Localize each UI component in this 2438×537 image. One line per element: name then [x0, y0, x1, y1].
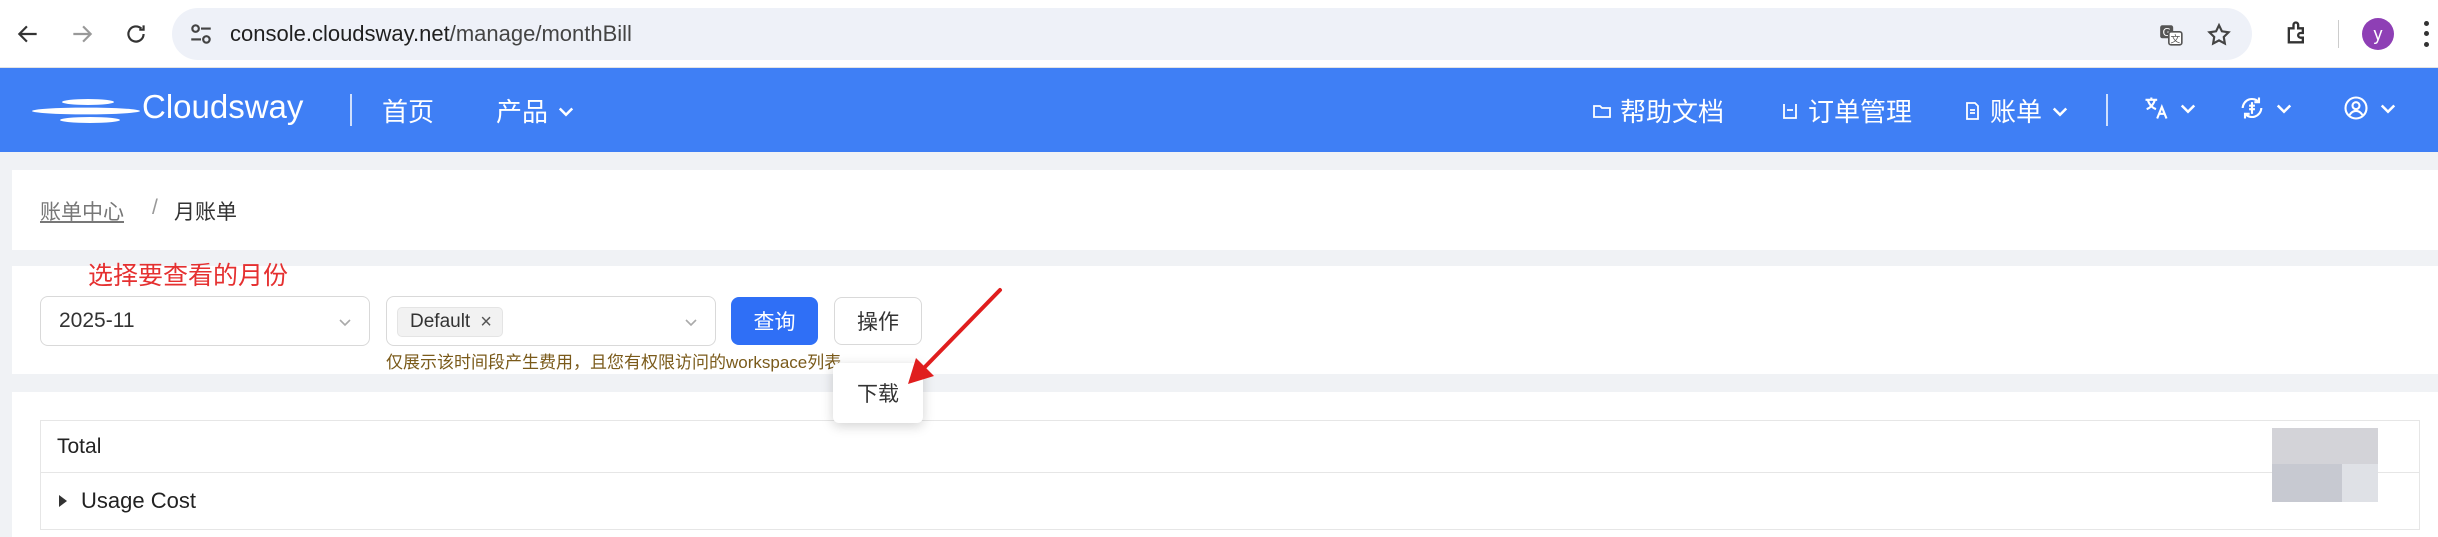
chevron-down-icon: [558, 107, 574, 117]
chevron-down-icon: [339, 319, 351, 327]
user-menu[interactable]: [2342, 94, 2398, 122]
query-button[interactable]: 查询: [731, 297, 818, 345]
bill-icon: [1966, 101, 1979, 120]
workspace-tag: Default ×: [397, 307, 503, 337]
profile-avatar[interactable]: y: [2362, 18, 2394, 50]
breadcrumb-separator: /: [152, 196, 158, 219]
action-dropdown-menu: 下载: [833, 363, 923, 423]
language-icon: [2145, 97, 2168, 119]
month-value: 2025-11: [59, 309, 135, 332]
nav-orders-label: 订单管理: [1808, 97, 1913, 127]
svg-text:文: 文: [2170, 33, 2180, 46]
chevron-down-icon: [685, 319, 697, 327]
menu-icon[interactable]: [2420, 18, 2432, 50]
cloudsway-logo-icon: [32, 99, 140, 123]
extensions-icon[interactable]: [2280, 16, 2314, 50]
nav-home[interactable]: 首页: [382, 92, 434, 129]
workspace-tag-label: Default: [410, 311, 471, 332]
chevron-down-icon: [2276, 104, 2292, 114]
table-row[interactable]: Usage Cost: [41, 473, 2419, 529]
url-text: console.cloudsway.net/manage/monthBill: [230, 21, 632, 46]
toolbar-divider: [2338, 20, 2339, 48]
bill-table: Total Usage Cost: [40, 420, 2420, 530]
order-icon: [1783, 103, 1797, 119]
user-icon: [2344, 96, 2368, 120]
table-header-total: Total: [57, 435, 102, 458]
header-divider: [350, 94, 352, 126]
nav-billing-label: 账单: [1990, 97, 2043, 127]
translate-icon[interactable]: G文: [2156, 20, 2186, 50]
nav-products[interactable]: 产品: [496, 92, 576, 129]
address-bar[interactable]: console.cloudsway.net/manage/monthBill G…: [172, 8, 2252, 60]
row-label: Usage Cost: [81, 488, 196, 513]
expand-icon[interactable]: [59, 495, 67, 507]
filter-panel: [12, 266, 2438, 374]
language-switch[interactable]: [2142, 94, 2198, 122]
nav-orders[interactable]: 订单管理: [1780, 92, 1912, 129]
header-divider: [2106, 94, 2108, 126]
site-settings-icon[interactable]: [188, 21, 214, 47]
chevron-down-icon: [2380, 104, 2396, 114]
folder-icon: [1593, 104, 1611, 118]
nav-products-label: 产品: [496, 97, 549, 127]
currency-switch[interactable]: [2238, 94, 2294, 122]
workspace-hint: 仅展示该时间段产生费用，且您有权限访问的workspace列表: [386, 353, 842, 372]
forward-icon[interactable]: [62, 14, 102, 54]
menu-item-download[interactable]: 下载: [857, 378, 899, 408]
action-button[interactable]: 操作: [834, 297, 922, 345]
redacted-area: [2272, 428, 2378, 502]
app-header: Cloudsway 首页 产品 帮助文档 订单管理 账单: [0, 68, 2438, 152]
currency-icon: [2241, 97, 2263, 119]
breadcrumb-current: 月账单: [174, 201, 237, 224]
month-picker[interactable]: 2025-11: [40, 296, 370, 346]
nav-billing[interactable]: 账单: [1962, 92, 2070, 129]
workspace-select[interactable]: Default ×: [386, 296, 716, 346]
browser-toolbar: console.cloudsway.net/manage/monthBill G…: [0, 0, 2438, 68]
close-icon[interactable]: ×: [480, 312, 492, 332]
table-header: Total: [41, 421, 2419, 473]
nav-home-label: 首页: [382, 97, 435, 127]
brand-name[interactable]: Cloudsway: [142, 88, 303, 126]
breadcrumb-billing-center[interactable]: 账单中心: [40, 196, 124, 226]
star-icon[interactable]: [2204, 20, 2234, 50]
chevron-down-icon: [2052, 107, 2068, 117]
chevron-down-icon: [2180, 104, 2196, 114]
reload-icon[interactable]: [116, 14, 156, 54]
breadcrumb: 账单中心 / 月账单: [12, 170, 2438, 250]
back-icon[interactable]: [8, 14, 48, 54]
nav-docs-label: 帮助文档: [1620, 97, 1725, 127]
nav-docs[interactable]: 帮助文档: [1592, 92, 1724, 129]
annotation-text: 选择要查看的月份: [88, 262, 289, 290]
